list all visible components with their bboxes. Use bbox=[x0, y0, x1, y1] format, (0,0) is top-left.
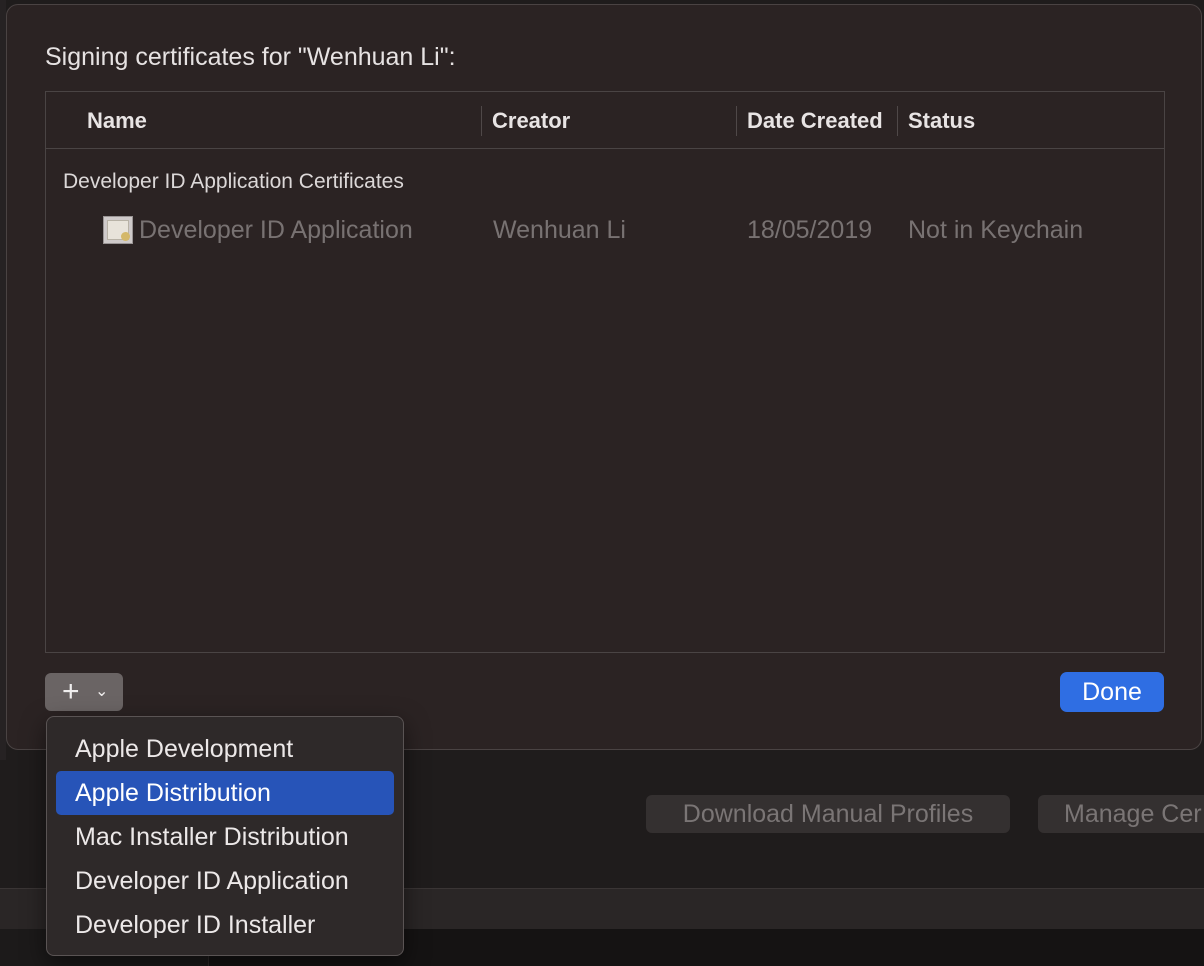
cell-status: Not in Keychain bbox=[908, 216, 1084, 244]
column-header-name[interactable]: Name bbox=[87, 92, 147, 148]
column-separator[interactable] bbox=[481, 106, 482, 136]
download-manual-profiles-button[interactable]: Download Manual Profiles bbox=[646, 795, 1010, 833]
menu-item-developer-id-application[interactable]: Developer ID Application bbox=[56, 859, 394, 903]
certificate-icon bbox=[103, 216, 133, 244]
menu-item-developer-id-installer[interactable]: Developer ID Installer bbox=[56, 903, 394, 947]
certificate-icon-seal bbox=[121, 232, 130, 241]
group-header: Developer ID Application Certificates bbox=[63, 170, 404, 193]
column-separator[interactable] bbox=[897, 106, 898, 136]
add-certificate-menu: Apple Development Apple Distribution Mac… bbox=[46, 716, 404, 956]
cell-name: Developer ID Application bbox=[139, 216, 413, 244]
add-certificate-button[interactable]: + ⌄ bbox=[45, 673, 123, 711]
chevron-down-icon: ⌄ bbox=[95, 683, 109, 700]
menu-item-apple-development[interactable]: Apple Development bbox=[56, 727, 394, 771]
manage-certificates-button[interactable]: Manage Cer bbox=[1038, 795, 1204, 833]
signing-certificates-sheet: Signing certificates for "Wenhuan Li": N… bbox=[6, 4, 1202, 750]
table-header: Name Creator Date Created Status bbox=[46, 92, 1164, 149]
plus-icon: + bbox=[62, 675, 80, 708]
menu-item-apple-distribution[interactable]: Apple Distribution bbox=[56, 771, 394, 815]
column-separator[interactable] bbox=[736, 106, 737, 136]
sheet-title: Signing certificates for "Wenhuan Li": bbox=[45, 43, 456, 71]
cell-date-created: 18/05/2019 bbox=[747, 216, 873, 244]
column-header-date-created[interactable]: Date Created bbox=[747, 92, 883, 148]
certificates-table: Name Creator Date Created Status Develop… bbox=[45, 91, 1165, 653]
cell-creator: Wenhuan Li bbox=[493, 216, 626, 244]
column-header-status[interactable]: Status bbox=[908, 92, 975, 148]
done-button[interactable]: Done bbox=[1060, 672, 1164, 712]
menu-item-mac-installer-distribution[interactable]: Mac Installer Distribution bbox=[56, 815, 394, 859]
column-header-creator[interactable]: Creator bbox=[492, 92, 570, 148]
